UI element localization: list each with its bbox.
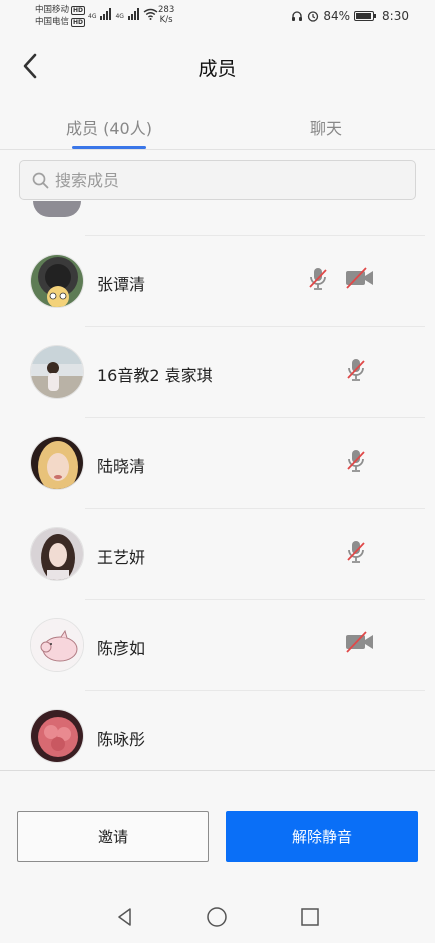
- headset-icon: [292, 11, 303, 21]
- tab-members[interactable]: 成员 (40人): [66, 115, 152, 139]
- member-row[interactable]: 陆晓清: [0, 418, 435, 509]
- page-title: 成员: [198, 58, 237, 80]
- member-name: 张谭清: [97, 275, 146, 294]
- wifi-icon: [143, 8, 158, 20]
- nav-back-button[interactable]: [112, 904, 138, 930]
- avatar: [33, 201, 81, 217]
- search-box[interactable]: [19, 160, 416, 200]
- square-recents-icon: [301, 908, 319, 926]
- signal-indicators: 4G 4G: [88, 8, 158, 20]
- hd-badge: HD: [71, 5, 86, 15]
- avatar: [30, 436, 84, 490]
- active-tab-indicator: [72, 146, 146, 149]
- member-name: 陆晓清: [97, 457, 146, 476]
- carrier-1: 中国移动: [35, 5, 70, 15]
- signal-icon: [127, 8, 139, 20]
- action-bar: 邀请 解除静音: [0, 770, 435, 890]
- mic-muted-icon[interactable]: [307, 266, 329, 296]
- tab-chat[interactable]: 聊天: [310, 115, 342, 139]
- mic-muted-icon[interactable]: [345, 357, 367, 387]
- avatar: [30, 527, 84, 581]
- clock: 8:30: [382, 9, 409, 23]
- search-icon: [32, 172, 49, 188]
- avatar: [30, 618, 84, 672]
- avatar: [30, 254, 84, 308]
- system-nav-bar: [0, 890, 435, 943]
- battery-percent: 84%: [323, 9, 351, 23]
- triangle-back-icon: [118, 908, 131, 926]
- members-screen: 中国移动 HD 中国电信 HD 4G 4G 283 K/s 84% 8:30 成…: [0, 0, 435, 943]
- mic-muted-icon[interactable]: [345, 539, 367, 569]
- speed-value: 283: [158, 5, 175, 15]
- alarm-icon: [308, 11, 319, 22]
- hd-badge: HD: [71, 17, 86, 27]
- network-speed: 283 K/s: [158, 5, 174, 25]
- nav-recents-button[interactable]: [297, 904, 323, 930]
- camera-off-icon[interactable]: [345, 266, 375, 294]
- battery-icon: [354, 11, 377, 21]
- tab-bar: 成员 (40人) 聊天: [0, 100, 435, 150]
- carrier-2: 中国电信: [35, 17, 70, 27]
- member-row[interactable]: 陈咏彤: [0, 691, 435, 770]
- member-name: 王艺妍: [97, 548, 146, 567]
- camera-off-icon[interactable]: [345, 630, 375, 658]
- member-name: 陈咏彤: [97, 730, 146, 749]
- signal-icon: [100, 8, 112, 20]
- mic-muted-icon[interactable]: [345, 448, 367, 478]
- circle-home-icon: [207, 907, 227, 927]
- member-name: 16音教2 袁家琪: [97, 366, 213, 385]
- member-row[interactable]: 王艺妍: [0, 509, 435, 600]
- member-row[interactable]: 16音教2 袁家琪: [0, 327, 435, 418]
- member-name: 陈彦如: [97, 639, 146, 658]
- speed-unit: K/s: [159, 15, 173, 25]
- nav-home-button[interactable]: [204, 904, 230, 930]
- status-right: 84% 8:30: [291, 9, 409, 23]
- network-type-1: 4G: [88, 13, 97, 20]
- member-row[interactable]: 陈彦如: [0, 600, 435, 691]
- search-input[interactable]: [55, 170, 385, 190]
- unmute-button[interactable]: 解除静音: [226, 811, 418, 862]
- network-type-2: 4G: [115, 13, 124, 20]
- status-bar: 中国移动 HD 中国电信 HD 4G 4G 283 K/s 84% 8:30: [0, 0, 435, 34]
- invite-button[interactable]: 邀请: [17, 811, 209, 862]
- avatar: [30, 345, 84, 399]
- member-row[interactable]: 张谭清: [0, 236, 435, 327]
- avatar: [30, 709, 84, 763]
- member-list[interactable]: 张谭清 16音教2 袁家琪 陆晓清 王艺妍 陈彦如 陈咏彤: [0, 201, 435, 770]
- app-header: 成员: [0, 34, 435, 100]
- carrier-info: 中国移动 HD 中国电信 HD: [35, 4, 86, 28]
